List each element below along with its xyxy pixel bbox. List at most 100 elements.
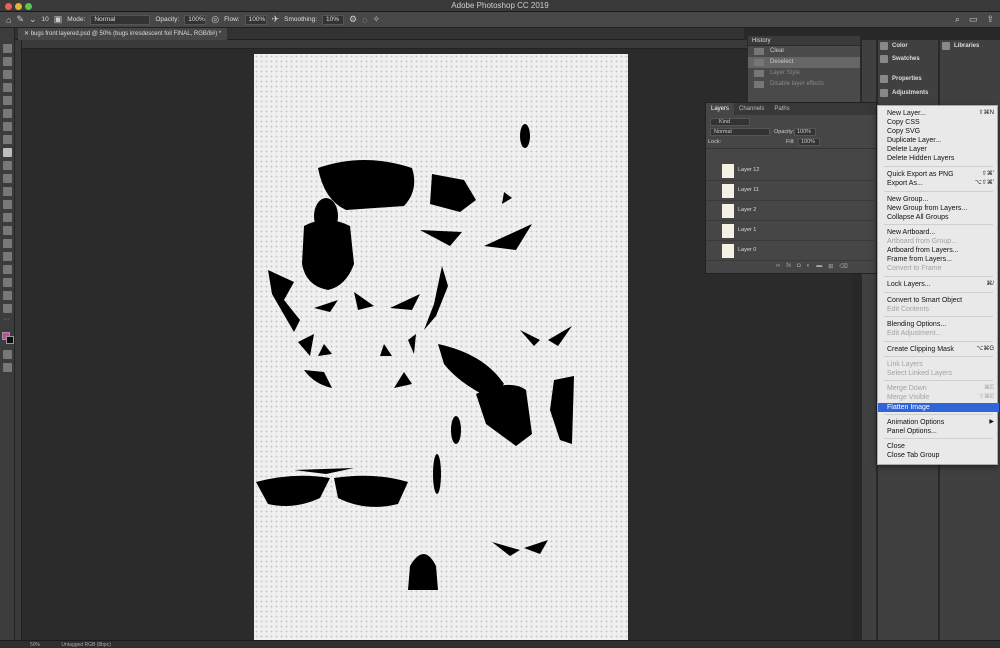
trash-icon[interactable]: ⌫ (839, 263, 847, 270)
history-item[interactable]: Disable layer effects (748, 79, 860, 90)
adjustment-layer-icon[interactable]: ◐ (807, 263, 811, 270)
menu-item-highlighted[interactable]: Flatten Image (878, 403, 999, 412)
menu-item[interactable]: Panel Options... (878, 427, 999, 436)
close-tab-icon[interactable]: ✕ (24, 31, 31, 37)
blur-tool-icon[interactable] (3, 213, 12, 222)
new-group-icon[interactable]: ▬ (816, 263, 822, 270)
background-color-swatch[interactable] (6, 336, 14, 344)
brush-tool-active-icon[interactable] (3, 148, 12, 157)
fx-icon[interactable]: fx (786, 263, 791, 270)
menu-item[interactable]: Copy SVG (878, 127, 999, 136)
hand-tool-icon[interactable] (3, 291, 12, 300)
zoom-level[interactable]: 50% (30, 642, 40, 648)
history-item[interactable]: Clear (748, 46, 860, 57)
pressure-opacity-icon[interactable]: ◎ (211, 14, 219, 25)
smoothing-field[interactable]: 10% (322, 14, 345, 25)
path-selection-tool-icon[interactable] (3, 265, 12, 274)
menu-item[interactable]: Lock Layers... ⌘/ (878, 280, 999, 289)
menu-item[interactable]: New Group... (878, 195, 999, 204)
menu-item[interactable]: New Group from Layers... (878, 204, 999, 213)
menu-item[interactable]: Export As... ⌥⇧⌘' (878, 179, 999, 188)
tab-channels[interactable]: Channels (734, 103, 769, 115)
menu-item[interactable]: Duplicate Layer... (878, 136, 999, 145)
menu-item[interactable]: Convert to Smart Object (878, 296, 999, 305)
gradient-tool-icon[interactable] (3, 200, 12, 209)
menu-item[interactable]: Delete Hidden Layers (878, 154, 999, 163)
menu-item[interactable]: Blending Options... (878, 320, 999, 329)
history-brush-tool-icon[interactable] (3, 174, 12, 183)
more-tools-icon[interactable]: ··· (3, 316, 12, 326)
screen-mode-icon[interactable] (3, 363, 12, 372)
dodge-tool-icon[interactable] (3, 226, 12, 235)
libraries-panel-tab[interactable]: Libraries (942, 40, 979, 52)
link-layers-icon[interactable]: ∞ (776, 263, 780, 270)
workspace-icon[interactable]: ▭ (969, 14, 978, 25)
document-canvas[interactable] (254, 54, 628, 642)
search-icon[interactable]: ⌕ (955, 14, 960, 25)
layer-opacity-field[interactable]: 100% (794, 128, 816, 136)
menu-item[interactable]: Collapse All Groups (878, 213, 999, 222)
minimize-window-button[interactable] (15, 3, 22, 10)
tab-paths[interactable]: Paths (769, 103, 794, 115)
layer-row[interactable]: Layer 12 (706, 161, 878, 181)
pressure-size-icon[interactable]: ◌ (362, 15, 367, 25)
symmetry-icon[interactable]: ✧ (372, 14, 380, 25)
zoom-window-button[interactable] (25, 3, 32, 10)
fill-field[interactable]: 100% (798, 138, 820, 146)
menu-item[interactable]: Artboard from Layers... (878, 246, 999, 255)
healing-brush-tool-icon[interactable] (3, 135, 12, 144)
layer-row[interactable]: Layer 1 (706, 221, 878, 241)
new-layer-icon[interactable]: ⊞ (828, 263, 833, 270)
type-tool-icon[interactable] (3, 252, 12, 261)
menu-item[interactable]: Copy CSS (878, 118, 999, 127)
quick-mask-icon[interactable] (3, 350, 12, 359)
share-icon[interactable]: ⇪ (986, 14, 994, 25)
smoothing-options-gear-icon[interactable]: ⚙ (349, 14, 357, 25)
magic-wand-tool-icon[interactable] (3, 83, 12, 92)
menu-item[interactable]: New Artboard... (878, 228, 999, 237)
menu-item[interactable]: Animation Options ▶ (878, 418, 999, 427)
clone-stamp-tool-icon[interactable] (3, 161, 12, 170)
mode-select[interactable]: Normal (90, 14, 151, 25)
color-panel-tab[interactable]: Color (880, 40, 908, 52)
history-item-selected[interactable]: Deselect (748, 57, 860, 68)
tool-preset-dropdown[interactable]: ⌄ (29, 14, 37, 25)
add-mask-icon[interactable]: ◘ (797, 263, 801, 270)
adjustments-panel-tab[interactable]: Adjustments (880, 87, 928, 99)
lasso-tool-icon[interactable] (3, 70, 12, 79)
zoom-tool-icon[interactable] (3, 304, 12, 313)
menu-item[interactable]: Create Clipping Mask ⌥⌘G (878, 345, 999, 354)
brush-settings-icon[interactable]: ▣ (54, 14, 63, 25)
frame-tool-icon[interactable] (3, 109, 12, 118)
layer-row[interactable]: Layer 0 (706, 241, 878, 261)
eyedropper-tool-icon[interactable] (3, 122, 12, 131)
airbrush-icon[interactable]: ✈ (272, 14, 280, 25)
layer-filter-select[interactable]: Kind (710, 118, 750, 126)
home-icon[interactable]: ⌂ (6, 15, 11, 25)
layer-row[interactable]: Layer 11 (706, 181, 878, 201)
marquee-tool-icon[interactable] (3, 57, 12, 66)
opacity-field[interactable]: 100% (184, 14, 207, 25)
document-tab[interactable]: ✕ bugs front layered.psd @ 50% (bugs irr… (18, 28, 228, 40)
menu-item[interactable]: New Layer... ⇧⌘N (878, 109, 999, 118)
menu-item[interactable]: Close Tab Group (878, 451, 999, 460)
menu-item[interactable]: Frame from Layers... (878, 255, 999, 264)
menu-item[interactable]: Quick Export as PNG ⇧⌘' (878, 170, 999, 179)
flow-field[interactable]: 100% (244, 14, 267, 25)
swatches-panel-tab[interactable]: Swatches (880, 53, 920, 65)
menu-item[interactable]: Close (878, 442, 999, 451)
eraser-tool-icon[interactable] (3, 187, 12, 196)
blend-mode-select[interactable]: Normal (710, 128, 770, 136)
pen-tool-icon[interactable] (3, 239, 12, 248)
tab-layers[interactable]: Layers (706, 103, 735, 115)
shape-tool-icon[interactable] (3, 278, 12, 287)
menu-item[interactable]: Delete Layer (878, 145, 999, 154)
brush-tool-icon[interactable]: ✎ (16, 14, 24, 25)
properties-panel-tab[interactable]: Properties (880, 73, 922, 85)
brush-size[interactable]: 10 (42, 16, 49, 23)
layer-row[interactable]: Layer 2 (706, 201, 878, 221)
move-tool-icon[interactable] (3, 44, 12, 53)
history-item[interactable]: Layer Style (748, 68, 860, 79)
crop-tool-icon[interactable] (3, 96, 12, 105)
close-window-button[interactable] (5, 3, 12, 10)
